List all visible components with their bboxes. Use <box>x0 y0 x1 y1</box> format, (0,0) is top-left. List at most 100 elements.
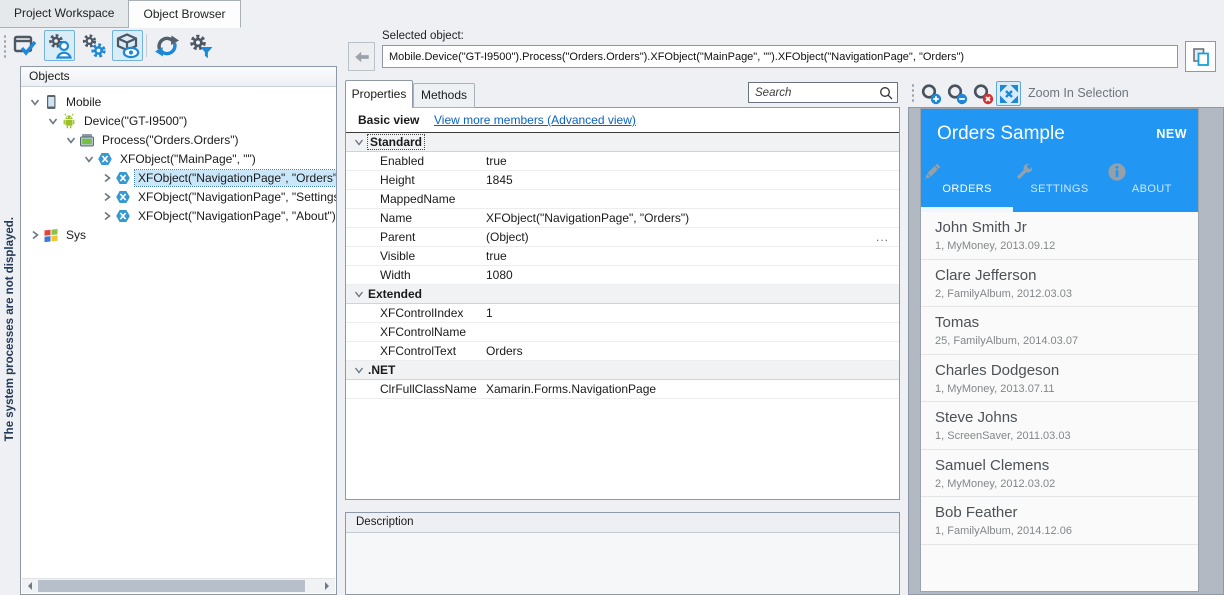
pencil-icon <box>921 161 1013 183</box>
chevron-down-icon[interactable] <box>353 136 365 148</box>
property-grid: Basic view View more members (Advanced v… <box>345 107 900 500</box>
view-mode-row: Basic view View more members (Advanced v… <box>346 108 899 133</box>
tree-item-device[interactable]: Device("GT-I9500") <box>21 111 336 130</box>
search-input[interactable] <box>749 83 897 102</box>
chevron-right-icon[interactable] <box>29 229 41 241</box>
device-screen-area: Orders Sample NEW ORDERS <box>908 107 1224 595</box>
toolbar-separator <box>146 34 147 57</box>
app-title: Orders Sample <box>937 123 1065 145</box>
advanced-view-link[interactable]: View more members (Advanced view) <box>434 108 636 132</box>
list-item[interactable]: John Smith Jr 1, MyMoney, 2013.09.12 <box>921 212 1198 260</box>
scrollbar-thumb[interactable] <box>38 580 305 592</box>
wrench-icon <box>1013 161 1105 183</box>
search-icon[interactable] <box>879 86 893 100</box>
group-label: .NET <box>368 363 395 377</box>
chevron-down-icon[interactable] <box>65 134 77 146</box>
chevron-down-icon[interactable] <box>353 288 365 300</box>
chevron-down-icon[interactable] <box>47 115 59 127</box>
device-screenshot[interactable]: Orders Sample NEW ORDERS <box>921 109 1198 591</box>
property-row-enabled[interactable]: Enabled true <box>346 152 899 171</box>
tab-methods[interactable]: Methods <box>413 83 475 108</box>
chevron-right-icon[interactable] <box>101 172 113 184</box>
property-row-height[interactable]: Height 1845 <box>346 171 899 190</box>
tree-item-navigationpage-about[interactable]: XFObject("NavigationPage", "About") <box>21 206 336 225</box>
zoom-in-selection-button[interactable] <box>996 81 1021 106</box>
list-item[interactable]: Charles Dodgeson 1, MyMoney, 2013.07.11 <box>921 355 1198 403</box>
zoom-reset-button[interactable] <box>970 81 995 106</box>
zoom-in-icon <box>920 83 942 105</box>
device-preview-panel: Zoom In Selection Orders Sample NEW <box>908 80 1224 595</box>
tab-project-workspace[interactable]: Project Workspace <box>0 0 129 28</box>
group-label: Standard <box>368 135 424 149</box>
copy-path-button[interactable] <box>1185 41 1216 72</box>
active-tab-indicator <box>921 207 1013 212</box>
xamarin-object-icon <box>115 208 131 224</box>
property-row-xfcontrolname[interactable]: XFControlName <box>346 323 899 342</box>
property-row-xfcontrolindex[interactable]: XFControlIndex 1 <box>346 304 899 323</box>
chevron-down-icon[interactable] <box>353 364 365 376</box>
back-button[interactable] <box>348 42 375 71</box>
horizontal-scrollbar[interactable] <box>22 578 335 593</box>
tab-object-browser[interactable]: Object Browser <box>129 0 240 28</box>
app-tab-orders[interactable]: ORDERS <box>921 161 1013 212</box>
app-tab-about[interactable]: ABOUT <box>1106 161 1198 212</box>
tree-item-mainpage[interactable]: XFObject("MainPage", "") <box>21 149 336 168</box>
toolbar-drag-handle[interactable] <box>911 83 915 103</box>
zoom-in-button[interactable] <box>918 81 943 106</box>
highlight-object-button[interactable] <box>10 30 41 61</box>
app-tab-bar: ORDERS SETTINGS <box>921 161 1198 212</box>
zoom-reset-icon <box>972 83 994 105</box>
object-spy-button[interactable] <box>112 30 143 61</box>
property-row-name[interactable]: Name XFObject("NavigationPage", "Orders"… <box>346 209 899 228</box>
group-standard[interactable]: Standard <box>346 133 899 152</box>
scroll-left-button[interactable] <box>22 579 37 593</box>
filter-settings-button[interactable] <box>185 30 216 61</box>
expand-object-button[interactable]: ... <box>876 228 889 246</box>
app-header: Orders Sample NEW <box>921 109 1198 161</box>
chevron-down-icon[interactable] <box>29 96 41 108</box>
list-item[interactable]: Clare Jefferson 2, FamilyAlbum, 2012.03.… <box>921 260 1198 308</box>
group-dotnet[interactable]: .NET <box>346 361 899 380</box>
selected-object-path-field[interactable] <box>382 45 1178 68</box>
system-processes-note: The system processes are not displayed. <box>0 64 20 595</box>
zoom-mode-label: Zoom In Selection <box>1028 80 1129 106</box>
property-row-width[interactable]: Width 1080 <box>346 266 899 285</box>
tree-item-sys[interactable]: Sys <box>21 225 336 244</box>
refresh-button[interactable] <box>151 30 182 61</box>
property-row-mappedname[interactable]: MappedName <box>346 190 899 209</box>
chevron-right-icon[interactable] <box>101 191 113 203</box>
zoom-out-icon <box>946 83 968 105</box>
app-badge-new[interactable]: NEW <box>1156 127 1187 141</box>
expand-arrows-icon <box>998 83 1020 105</box>
list-item[interactable]: Steve Johns 1, ScreenSaver, 2011.03.03 <box>921 402 1198 450</box>
tree-item-navigationpage-orders[interactable]: XFObject("NavigationPage", "Orders") <box>21 168 336 187</box>
list-item[interactable]: Bob Feather 1, FamilyAlbum, 2014.12.06 <box>921 497 1198 545</box>
tree-item-navigationpage-settings[interactable]: XFObject("NavigationPage", "Settings") <box>21 187 336 206</box>
scroll-right-button[interactable] <box>320 579 335 593</box>
list-item[interactable]: Tomas 25, FamilyAlbum, 2014.03.07 <box>921 307 1198 355</box>
basic-view-label: Basic view <box>358 108 419 132</box>
property-row-xfcontroltext[interactable]: XFControlText Orders <box>346 342 899 361</box>
group-extended[interactable]: Extended <box>346 285 899 304</box>
property-row-clrfullclassname[interactable]: ClrFullClassName Xamarin.Forms.Navigatio… <box>346 380 899 399</box>
group-label: Extended <box>368 287 422 301</box>
chevron-right-icon[interactable] <box>101 210 113 222</box>
zoom-out-button[interactable] <box>944 81 969 106</box>
toolbar-drag-handle[interactable] <box>3 34 7 58</box>
property-row-parent[interactable]: Parent (Object) ... <box>346 228 899 247</box>
property-row-visible[interactable]: Visible true <box>346 247 899 266</box>
chevron-down-icon[interactable] <box>83 153 95 165</box>
gear-user-icon <box>47 33 73 59</box>
search-box <box>748 82 898 103</box>
objects-panel: Objects Mobile <box>20 66 337 595</box>
property-inspector: Properties Methods Basic view View more … <box>345 80 900 500</box>
tree-item-process[interactable]: Process("Orders.Orders") <box>21 130 336 149</box>
tree-item-mobile[interactable]: Mobile <box>21 92 336 111</box>
show-services-button[interactable] <box>78 30 109 61</box>
app-tab-settings[interactable]: SETTINGS <box>1013 161 1105 212</box>
list-item[interactable]: Samuel Clemens 2, MyMoney, 2012.03.02 <box>921 450 1198 498</box>
show-user-processes-button[interactable] <box>44 30 75 61</box>
back-arrow-icon <box>353 48 371 66</box>
gear-filter-icon <box>188 33 214 59</box>
tab-properties[interactable]: Properties <box>345 80 413 108</box>
